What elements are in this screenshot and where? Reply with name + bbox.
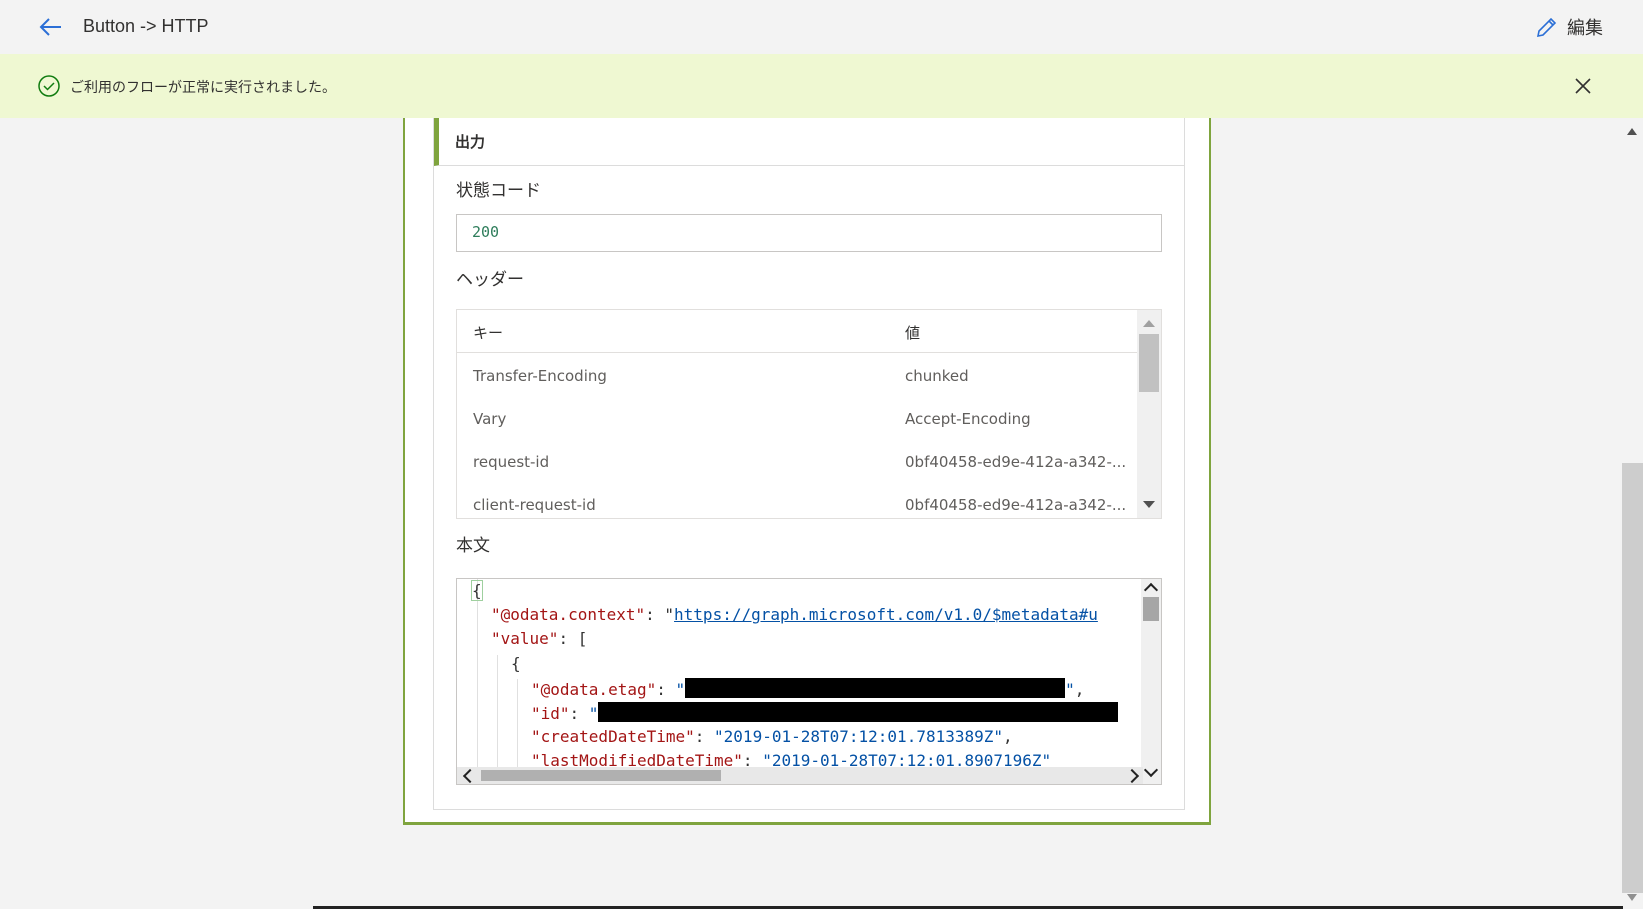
headers-scrollbar[interactable] [1137, 310, 1161, 518]
column-header-value: 値 [905, 324, 921, 342]
code-line: "@odata.etag": " ", [531, 678, 1085, 699]
scrollbar-thumb[interactable] [1143, 597, 1159, 621]
json-link[interactable]: https://graph.microsoft.com/v1.0/$metada… [674, 605, 1098, 624]
code-horizontal-scrollbar[interactable] [457, 767, 1143, 784]
json-key: "@odata.context" [491, 605, 646, 624]
header-key: Transfer-Encoding [473, 367, 607, 385]
json-brace: { [511, 654, 521, 673]
header-key: client-request-id [473, 496, 596, 514]
json-key: "value" [491, 629, 559, 648]
json-key: "createdDateTime" [531, 727, 695, 746]
scroll-up-icon[interactable] [1143, 320, 1155, 327]
page-scrollbar[interactable] [1622, 118, 1643, 909]
table-row: Vary Accept-Encoding [457, 398, 1137, 440]
close-icon[interactable] [1571, 74, 1595, 98]
indent-guide [517, 679, 518, 769]
table-row: Transfer-Encoding chunked [457, 355, 1137, 397]
json-brace: { [471, 580, 483, 601]
json-string: "2019-01-28T07:12:01.7813389Z" [714, 727, 1004, 746]
output-panel: 出力 状態コード 200 ヘッダー キー 値 Transfer-Encoding… [433, 118, 1185, 810]
banner-message: ご利用のフローが正常に実行されました。 [70, 80, 336, 96]
header-value: 0bf40458-ed9e-412a-a342-... [905, 453, 1127, 471]
code-lines: { "@odata.context": "https://graph.micro… [457, 579, 1143, 769]
scrollbar-thumb[interactable] [1622, 463, 1643, 893]
table-row: client-request-id 0bf40458-ed9e-412a-a34… [457, 484, 1137, 518]
code-line: { [471, 580, 483, 606]
scroll-down-icon[interactable] [1143, 501, 1155, 508]
scroll-up-icon[interactable] [1627, 128, 1637, 135]
back-button[interactable] [36, 12, 66, 42]
headers-table: キー 値 Transfer-Encoding chunked Vary Acce… [456, 309, 1162, 519]
arrow-left-icon [39, 18, 61, 36]
body-code-viewer[interactable]: { "@odata.context": "https://graph.micro… [456, 578, 1162, 785]
code-line: "value": [ [491, 629, 588, 648]
output-section-header: 出力 [434, 118, 1184, 166]
success-banner: ご利用のフローが正常に実行されました。 [0, 54, 1643, 118]
scrollbar-thumb[interactable] [481, 770, 721, 781]
redacted-value [685, 678, 1066, 698]
header-value: 0bf40458-ed9e-412a-a342-... [905, 496, 1127, 514]
check-circle-icon [38, 75, 60, 97]
code-line: { [511, 654, 521, 679]
code-line: "id": " [531, 702, 1119, 727]
code-line: "@odata.context": "https://graph.microso… [491, 605, 1098, 624]
edit-label: 編集 [1567, 18, 1603, 39]
indent-guide [497, 655, 498, 769]
header-value: chunked [905, 367, 969, 385]
redacted-value [598, 702, 1119, 722]
table-row: request-id 0bf40458-ed9e-412a-a342-... [457, 441, 1137, 483]
code-line: "createdDateTime": "2019-01-28T07:12:01.… [531, 727, 1013, 746]
scrollbar-thumb[interactable] [1139, 334, 1159, 392]
table-header-row: キー 値 [457, 310, 1137, 353]
status-code-label: 状態コード [456, 181, 541, 201]
header-value: Accept-Encoding [905, 410, 1031, 428]
action-card: 出力 状態コード 200 ヘッダー キー 値 Transfer-Encoding… [403, 118, 1211, 825]
scroll-down-icon[interactable] [1627, 894, 1637, 901]
chevron-up-icon[interactable] [1143, 582, 1159, 598]
page-title: Button -> HTTP [83, 16, 209, 36]
json-bracket: [ [577, 629, 588, 648]
chevron-right-icon[interactable] [1124, 768, 1140, 784]
headers-label: ヘッダー [456, 270, 524, 290]
section-title: 出力 [455, 133, 486, 151]
header-key: Vary [473, 410, 507, 428]
header-key: request-id [473, 453, 550, 471]
json-key: "@odata.etag" [531, 680, 657, 699]
code-vertical-scrollbar[interactable] [1141, 579, 1161, 784]
chevron-down-icon[interactable] [1143, 762, 1159, 778]
top-bar: Button -> HTTP 編集 [0, 0, 1643, 54]
pencil-icon [1536, 17, 1557, 38]
edit-button[interactable]: 編集 [1535, 14, 1603, 40]
body-label: 本文 [456, 536, 490, 556]
json-key: "id" [531, 704, 570, 723]
status-code-field: 200 [456, 214, 1162, 252]
column-header-key: キー [473, 324, 504, 342]
chevron-left-icon[interactable] [462, 768, 478, 784]
indent-guide [477, 579, 478, 769]
status-code-value: 200 [472, 223, 500, 241]
